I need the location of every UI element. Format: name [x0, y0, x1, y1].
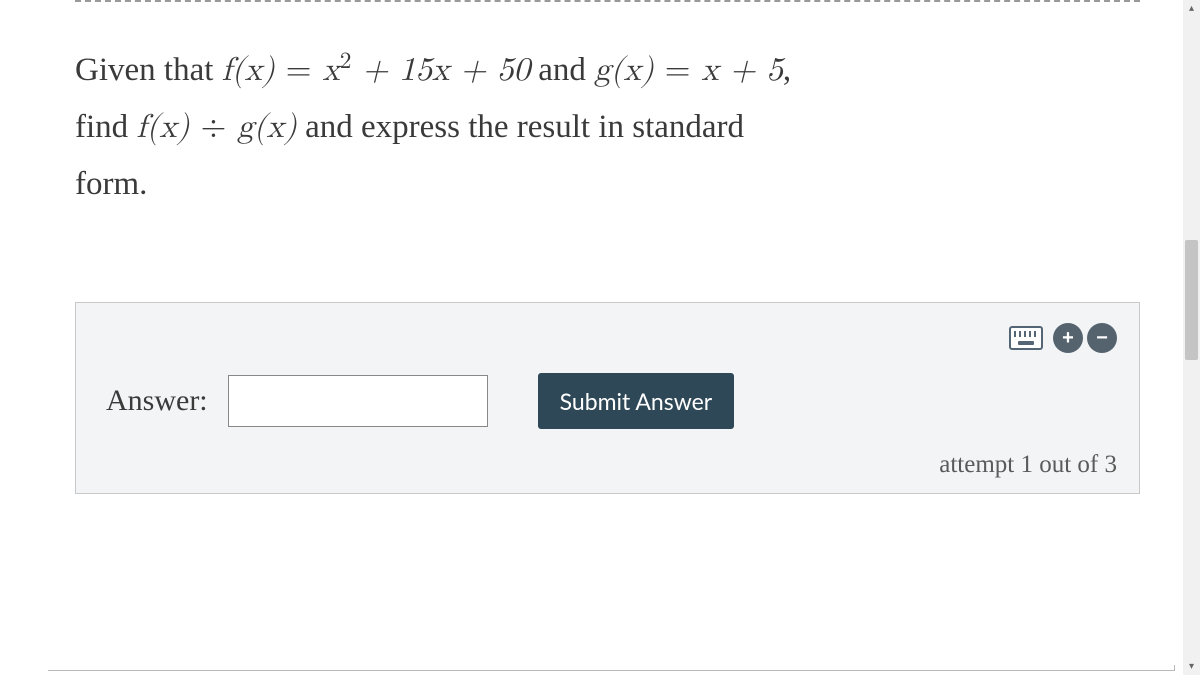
- q-line2b: and express the result in standard: [297, 109, 744, 145]
- q-f-lhs: f(x): [222, 54, 275, 87]
- question-container: Given that f(x) = x2 + 15x + 50 and g(x)…: [0, 0, 1200, 524]
- zoom-out-button[interactable]: −: [1087, 323, 1117, 353]
- section-divider: [75, 0, 1140, 2]
- q-f-rhs-rest: + 15x + 50: [351, 54, 530, 87]
- vertical-scrollbar[interactable]: ▴ ▾: [1183, 0, 1200, 675]
- submit-button[interactable]: Submit Answer: [538, 373, 735, 429]
- q-fx: f(x): [136, 111, 189, 144]
- answer-label: Answer:: [106, 384, 208, 418]
- answer-input[interactable]: [228, 375, 488, 427]
- q-comma: ,: [783, 52, 791, 88]
- answer-panel: + − Answer: Submit Answer attempt 1 out …: [75, 302, 1140, 494]
- q-f-rhs-x: x: [322, 54, 339, 87]
- scroll-up-arrow[interactable]: ▴: [1183, 0, 1200, 17]
- answer-row: Answer: Submit Answer: [106, 373, 1117, 429]
- attempt-counter: attempt 1 out of 3: [106, 451, 1117, 479]
- q-line3: form.: [75, 166, 147, 202]
- zoom-in-button[interactable]: +: [1053, 323, 1083, 353]
- zoom-controls: + −: [1053, 323, 1117, 353]
- question-text: Given that f(x) = x2 + 15x + 50 and g(x)…: [75, 42, 1140, 212]
- tool-row: + −: [106, 323, 1117, 353]
- q-g-lhs: g(x): [594, 54, 654, 87]
- q-gx: g(x): [237, 111, 297, 144]
- q-and: and: [530, 52, 594, 88]
- q-eq1: =: [275, 54, 323, 87]
- q-intro: Given that: [75, 52, 222, 88]
- scroll-thumb[interactable]: [1185, 240, 1198, 360]
- card-bottom-edge: [48, 665, 1175, 671]
- q-g-rhs: x + 5: [701, 54, 783, 87]
- q-eq2: =: [654, 54, 702, 87]
- q-exponent: 2: [340, 50, 352, 73]
- scroll-down-arrow[interactable]: ▾: [1183, 658, 1200, 675]
- keyboard-icon[interactable]: [1009, 326, 1043, 350]
- q-line2a: find: [75, 109, 136, 145]
- q-div: ÷: [190, 111, 238, 144]
